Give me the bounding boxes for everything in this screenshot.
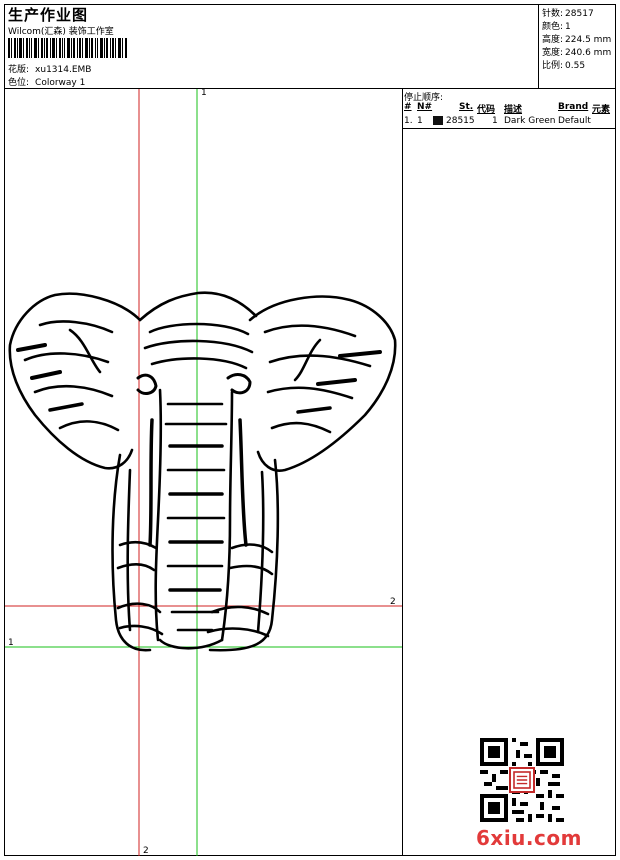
- guide-label-horizontal-red: 2: [390, 597, 396, 607]
- guide-label-horizontal-green: 1: [8, 638, 14, 648]
- guide-label-vertical-top: 1: [201, 88, 207, 98]
- watermark-logo: 6xiu.com: [476, 826, 582, 850]
- elephant-embroidery-design: [8, 291, 397, 652]
- guide-label-vertical-bottom: 2: [143, 846, 149, 856]
- qr-code: [480, 738, 564, 822]
- design-canvas: [5, 89, 402, 856]
